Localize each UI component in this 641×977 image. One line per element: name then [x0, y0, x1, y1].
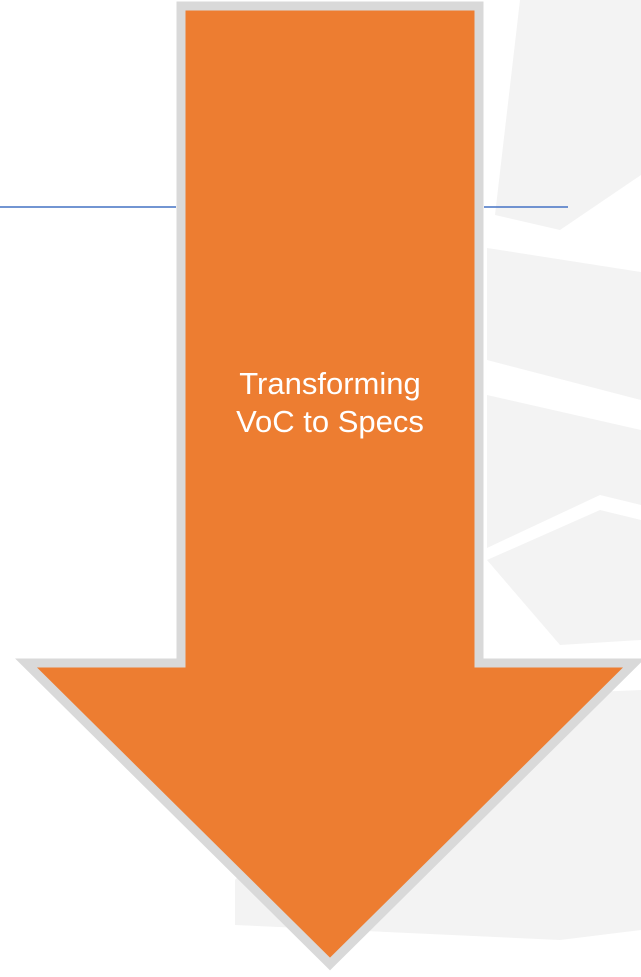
arrow-label-line-1: Transforming [239, 366, 421, 401]
arrow-label-line-2: VoC to Specs [236, 404, 424, 439]
arrow-label: Transforming VoC to Specs [190, 365, 470, 441]
slide-canvas: Transforming VoC to Specs [0, 0, 641, 977]
diagram-graphics [0, 0, 641, 971]
